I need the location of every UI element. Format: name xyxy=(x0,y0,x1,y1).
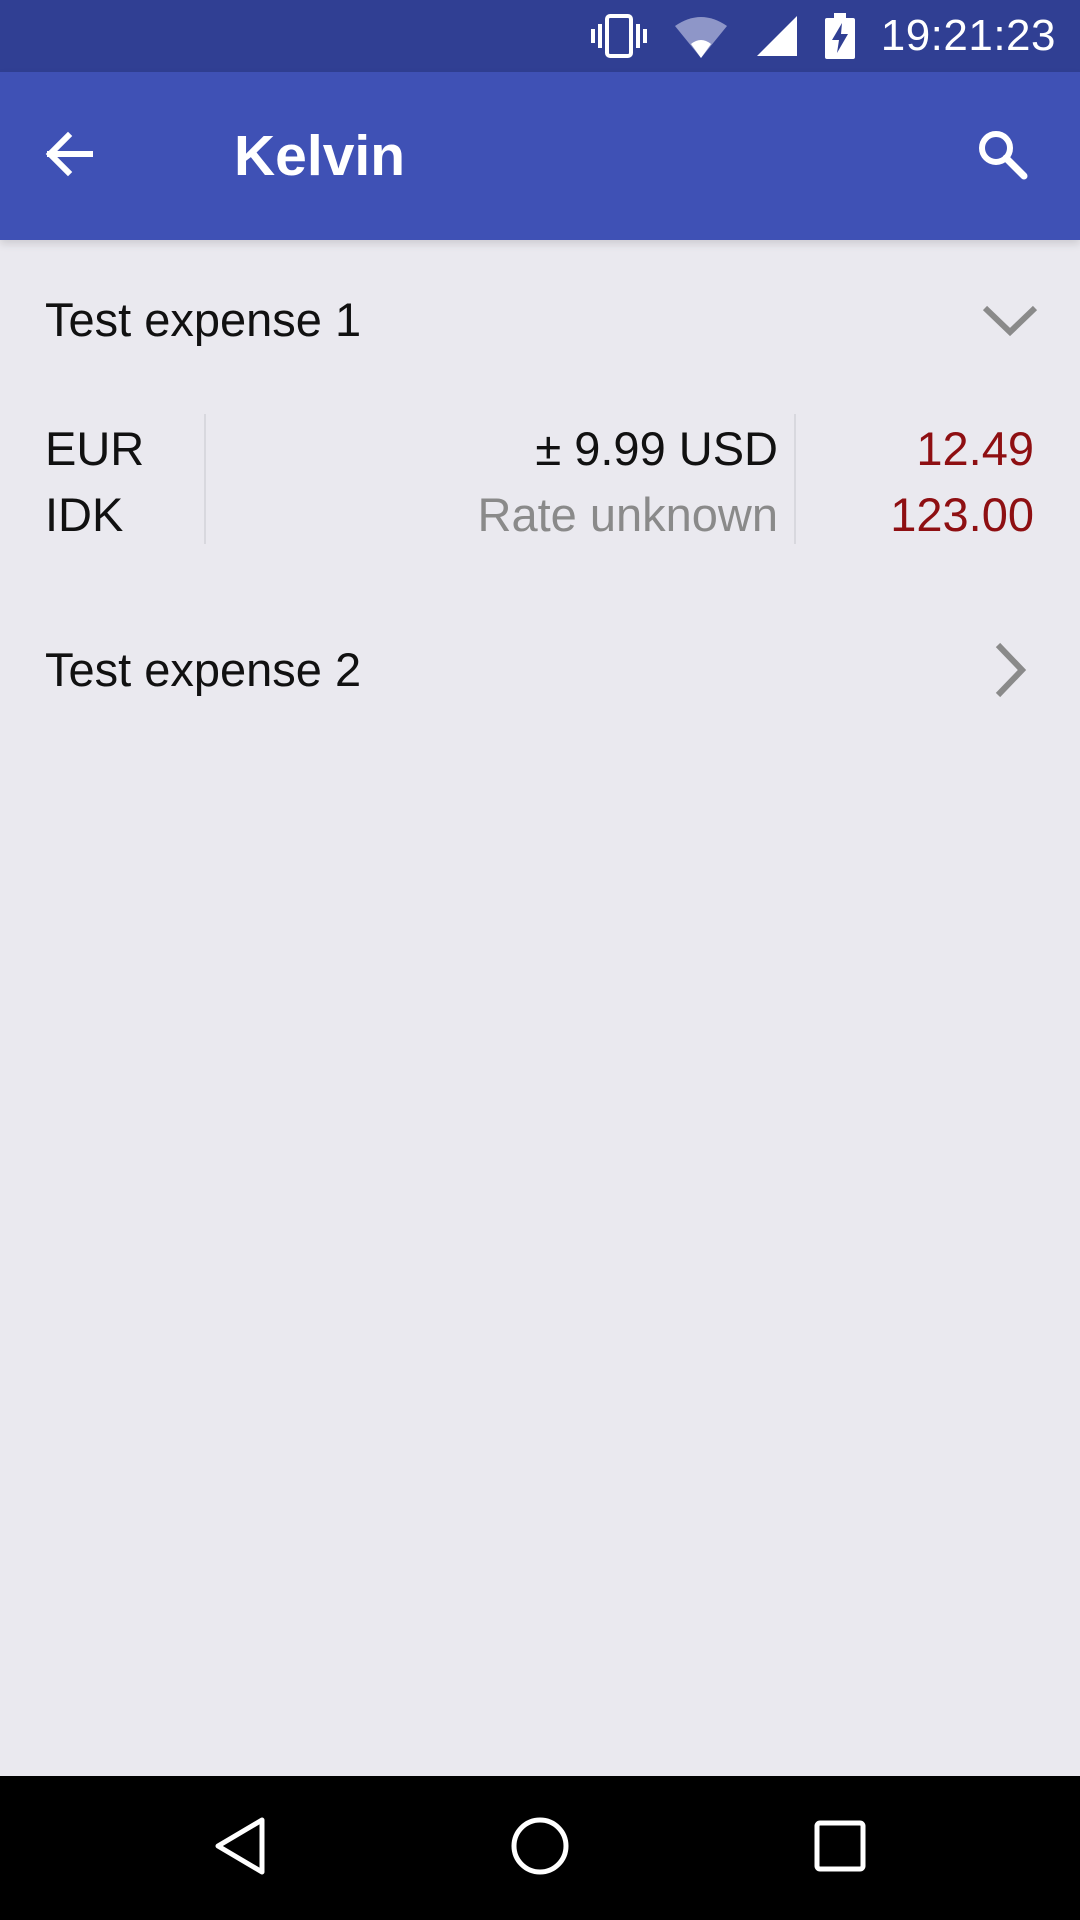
chevron-down-icon[interactable] xyxy=(980,290,1040,350)
vibrate-icon xyxy=(590,14,647,58)
expense-name: Test expense 2 xyxy=(45,643,362,696)
signal-icon xyxy=(755,14,799,58)
expense-name: Test expense 1 xyxy=(45,293,362,346)
home-circle-icon xyxy=(510,1816,570,1881)
back-button[interactable] xyxy=(28,116,108,196)
rate-column: ± 9.99 USD Rate unknown xyxy=(478,416,778,548)
recents-square-icon xyxy=(812,1818,868,1879)
battery-charging-icon xyxy=(824,13,855,59)
search-icon xyxy=(976,128,1028,185)
page-title: Kelvin xyxy=(234,124,406,188)
back-triangle-icon xyxy=(212,1816,268,1881)
nav-home-button[interactable] xyxy=(495,1806,585,1890)
status-time: 19:21:23 xyxy=(880,11,1056,60)
search-button[interactable] xyxy=(962,116,1042,196)
chevron-right-icon[interactable] xyxy=(980,640,1040,700)
expense-details: EUR IDK ± 9.99 USD Rate unknown 12.49 12… xyxy=(0,410,1080,545)
exchange-rate: ± 9.99 USD xyxy=(535,422,778,475)
expense-item-2[interactable]: Test expense 2 xyxy=(0,600,1080,740)
currency-code: EUR xyxy=(45,422,145,475)
nav-recents-button[interactable] xyxy=(795,1806,885,1890)
wifi-icon xyxy=(673,14,729,58)
column-divider xyxy=(204,414,206,544)
expense-item-1[interactable]: Test expense 1 xyxy=(0,250,1080,390)
navigation-bar xyxy=(0,1776,1080,1920)
status-bar: 19:21:23 xyxy=(0,0,1080,72)
arrow-left-icon xyxy=(42,128,94,185)
currency-code: IDK xyxy=(45,488,124,541)
exchange-rate: Rate unknown xyxy=(477,488,778,541)
amount-column: 12.49 123.00 xyxy=(890,416,1034,548)
expense-amount: 123.00 xyxy=(890,488,1034,541)
expense-amount: 12.49 xyxy=(916,422,1034,475)
nav-back-button[interactable] xyxy=(195,1806,285,1890)
app-bar: Kelvin xyxy=(0,72,1080,240)
currency-column: EUR IDK xyxy=(45,416,144,548)
column-divider xyxy=(794,414,796,544)
